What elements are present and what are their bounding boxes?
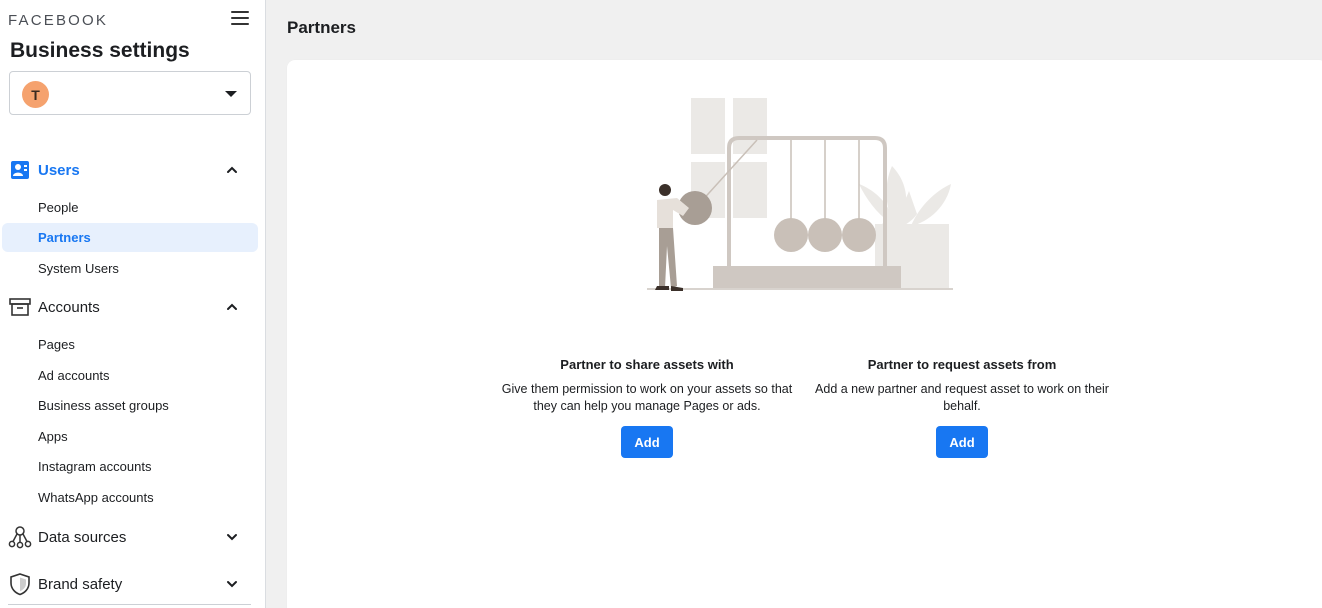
sidebar-item-instagram-accounts[interactable]: Instagram accounts	[2, 452, 258, 481]
divider	[8, 604, 251, 605]
sidebar-item-whatsapp-accounts[interactable]: WhatsApp accounts	[2, 483, 258, 512]
sidebar-item-business-asset-groups[interactable]: Business asset groups	[2, 391, 258, 420]
business-account-selector[interactable]: T	[9, 71, 251, 115]
sidebar-section-label: Data sources	[38, 528, 127, 546]
partners-card: Partner to share assets with Give them p…	[287, 60, 1322, 608]
sidebar-section-data-sources[interactable]: Data sources	[0, 519, 265, 555]
facebook-logo: FACEBOOK	[8, 12, 109, 29]
chevron-up-icon[interactable]	[226, 301, 238, 313]
option-description: Add a new partner and request asset to w…	[815, 382, 1109, 413]
data-sources-icon	[8, 525, 32, 549]
option-title: Partner to request assets from	[867, 357, 1057, 372]
sidebar-section-brand-safety[interactable]: Brand safety	[0, 566, 265, 602]
option-title: Partner to share assets with	[560, 357, 734, 372]
add-share-partner-button[interactable]: Add	[621, 426, 673, 458]
sidebar-section-label: Users	[38, 161, 80, 179]
sidebar-section-accounts[interactable]: Accounts	[0, 289, 265, 325]
sidebar-item-partners[interactable]: Partners	[2, 223, 258, 252]
sidebar-section-label: Accounts	[38, 298, 100, 316]
hamburger-menu-icon[interactable]	[231, 11, 249, 27]
option-request-assets: Partner to request assets from Add a new…	[807, 357, 1117, 415]
page-title: Partners	[287, 18, 356, 37]
sidebar: FACEBOOK Business settings T Users Peopl…	[0, 0, 266, 608]
option-description: Give them permission to work on your ass…	[501, 382, 793, 413]
sidebar-section-label: Brand safety	[38, 575, 123, 593]
archive-box-icon	[8, 295, 32, 319]
chevron-down-icon[interactable]	[226, 578, 238, 590]
users-icon	[8, 158, 32, 182]
sidebar-item-apps[interactable]: Apps	[2, 422, 258, 451]
main-content: Partners Partner to share assets with Gi…	[266, 0, 1322, 608]
newtons-cradle-illustration	[647, 98, 953, 291]
page-heading-business-settings: Business settings	[10, 39, 190, 62]
caret-down-icon	[225, 91, 237, 97]
sidebar-item-people[interactable]: People	[2, 193, 258, 222]
shield-icon	[8, 572, 32, 596]
sidebar-item-pages[interactable]: Pages	[2, 330, 258, 359]
sidebar-item-system-users[interactable]: System Users	[2, 254, 258, 283]
chevron-up-icon[interactable]	[226, 164, 238, 176]
chevron-down-icon[interactable]	[226, 531, 238, 543]
app-root: FACEBOOK Business settings T Users Peopl…	[0, 0, 1322, 608]
avatar: T	[22, 81, 49, 108]
add-request-partner-button[interactable]: Add	[936, 426, 988, 458]
option-share-assets: Partner to share assets with Give them p…	[492, 357, 802, 415]
sidebar-item-ad-accounts[interactable]: Ad accounts	[2, 361, 258, 390]
sidebar-section-users[interactable]: Users	[0, 152, 265, 188]
